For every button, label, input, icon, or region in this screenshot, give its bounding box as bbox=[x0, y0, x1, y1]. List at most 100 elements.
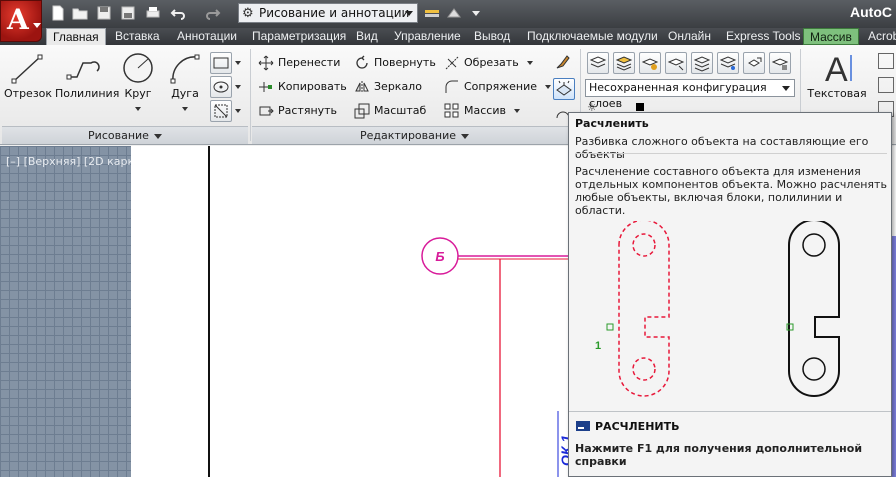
tooltip-details: Расчленение составного объекта для измен… bbox=[575, 165, 887, 217]
dimension-icon[interactable] bbox=[878, 53, 894, 69]
trim-icon bbox=[444, 55, 460, 71]
move-button[interactable]: Перенести bbox=[258, 53, 340, 73]
grid-bubble-label: Б bbox=[435, 249, 444, 264]
copy-button[interactable]: Копировать bbox=[258, 77, 347, 97]
fillet-icon bbox=[444, 79, 460, 95]
polyline-label: Полилиния bbox=[55, 87, 120, 100]
scale-button[interactable]: Масштаб bbox=[354, 101, 426, 121]
tab-output[interactable]: Вывод bbox=[468, 28, 516, 45]
array-label: Массив bbox=[464, 104, 506, 117]
layer-walk-icon bbox=[748, 57, 762, 67]
move-label: Перенести bbox=[278, 56, 341, 69]
rectangle-button[interactable] bbox=[210, 52, 232, 74]
redo-icon[interactable] bbox=[205, 5, 221, 21]
layer-off-button[interactable] bbox=[639, 52, 661, 74]
layer-properties-icon[interactable] bbox=[424, 5, 440, 21]
workspace-label: Рисование и аннотации bbox=[259, 6, 410, 20]
mirror-button[interactable]: Зеркало bbox=[354, 77, 422, 97]
layer-state-button[interactable] bbox=[613, 52, 635, 74]
tab-plugins[interactable]: Подключаемые модули bbox=[521, 28, 664, 45]
layer-freeze-icon bbox=[719, 56, 737, 70]
array-button[interactable]: Массив bbox=[444, 101, 520, 121]
exploded-shape: 1 bbox=[595, 221, 670, 397]
arc-icon bbox=[170, 54, 200, 84]
match-properties-icon[interactable] bbox=[446, 5, 462, 21]
rotate-button[interactable]: Повернуть bbox=[354, 53, 436, 73]
fillet-button[interactable]: Сопряжение bbox=[444, 77, 551, 97]
tab-express-tools[interactable]: Express Tools bbox=[720, 28, 806, 45]
stretch-icon bbox=[258, 103, 274, 119]
layer-lock-button[interactable] bbox=[769, 52, 791, 74]
explode-icon bbox=[556, 80, 572, 96]
quick-access-menu-icon[interactable] bbox=[468, 5, 484, 21]
chevron-down-icon bbox=[135, 107, 141, 111]
layer-properties-button[interactable] bbox=[587, 52, 609, 74]
chevron-down-icon bbox=[461, 133, 469, 139]
tab-parametric[interactable]: Параметризация bbox=[246, 28, 352, 45]
leader-icon[interactable] bbox=[878, 77, 894, 93]
original-shape bbox=[786, 221, 840, 397]
print-icon[interactable] bbox=[145, 5, 161, 21]
layer-lock-icon bbox=[771, 58, 789, 70]
viewport-controls-label[interactable]: [–] [Верхняя] [2D карк bbox=[6, 155, 134, 168]
save-as-icon[interactable] bbox=[120, 5, 136, 21]
save-icon[interactable] bbox=[96, 5, 112, 21]
layer-color-swatch[interactable] bbox=[636, 103, 644, 111]
line-icon bbox=[11, 54, 43, 84]
new-file-icon[interactable] bbox=[50, 5, 66, 21]
array-icon bbox=[444, 103, 460, 119]
application-menu-button[interactable]: A bbox=[0, 0, 42, 42]
erase-button[interactable] bbox=[553, 52, 575, 74]
tab-view[interactable]: Вид bbox=[350, 28, 384, 45]
trim-button[interactable]: Обрезать bbox=[444, 53, 533, 73]
boundary-button[interactable] bbox=[210, 100, 232, 122]
rotate-label: Повернуть bbox=[374, 56, 436, 69]
chevron-down-icon bbox=[405, 11, 413, 16]
chevron-down-icon[interactable] bbox=[235, 85, 241, 89]
polyline-button[interactable]: Полилиния bbox=[55, 51, 120, 100]
copy-icon bbox=[258, 79, 274, 95]
layer-walk-button[interactable] bbox=[743, 52, 765, 74]
mirror-icon bbox=[354, 79, 370, 95]
text-icon: A bbox=[825, 51, 852, 85]
tooltip-divider bbox=[569, 411, 891, 412]
tab-acrobat[interactable]: Acrob bbox=[862, 28, 896, 45]
layer-state-dropdown[interactable]: Несохраненная конфигурация слоев bbox=[585, 79, 795, 110]
chevron-down-icon[interactable] bbox=[235, 109, 241, 113]
arc-button[interactable]: Дуга bbox=[165, 51, 205, 111]
tooltip-description: Разбивка сложного объекта на составляющи… bbox=[575, 135, 869, 161]
layer-match-button[interactable] bbox=[691, 52, 713, 74]
draw-panel-title[interactable]: Рисование bbox=[2, 126, 248, 144]
stretch-button[interactable]: Растянуть bbox=[258, 101, 337, 121]
tab-home[interactable]: Главная bbox=[46, 28, 106, 46]
layer-freeze-button[interactable] bbox=[717, 52, 739, 74]
workspace-selector[interactable]: ⚙ Рисование и аннотации bbox=[238, 3, 418, 23]
panel-divider bbox=[250, 49, 251, 141]
scale-label: Масштаб bbox=[374, 104, 427, 117]
layer-isolate-button[interactable] bbox=[665, 52, 687, 74]
hatch-button[interactable] bbox=[210, 76, 232, 98]
copy-label: Копировать bbox=[278, 80, 347, 93]
polyline-icon bbox=[66, 61, 100, 80]
explode-button[interactable] bbox=[553, 78, 575, 100]
hatch-icon bbox=[213, 81, 229, 93]
chevron-down-icon bbox=[182, 107, 188, 111]
layer-isolate-icon bbox=[667, 58, 685, 71]
chevron-down-icon bbox=[513, 109, 520, 113]
chevron-down-icon bbox=[33, 23, 41, 28]
line-button[interactable]: Отрезок bbox=[4, 51, 52, 100]
chevron-down-icon bbox=[153, 133, 162, 139]
tab-insert[interactable]: Вставка bbox=[109, 28, 166, 45]
modify-panel-title[interactable]: Редактирование bbox=[252, 126, 577, 144]
undo-icon[interactable] bbox=[170, 5, 186, 21]
tab-manage[interactable]: Управление bbox=[388, 28, 467, 45]
open-folder-icon[interactable] bbox=[72, 5, 88, 21]
circle-icon bbox=[123, 53, 153, 83]
text-button[interactable]: A Текстовая bbox=[806, 51, 868, 100]
tab-annotate[interactable]: Аннотации bbox=[171, 28, 243, 45]
chevron-down-icon[interactable] bbox=[235, 61, 241, 65]
stretch-label: Растянуть bbox=[278, 104, 338, 117]
circle-button[interactable]: Круг bbox=[118, 51, 158, 111]
tab-array-contextual[interactable]: Массив bbox=[803, 28, 859, 45]
tab-online[interactable]: Онлайн bbox=[662, 28, 717, 45]
